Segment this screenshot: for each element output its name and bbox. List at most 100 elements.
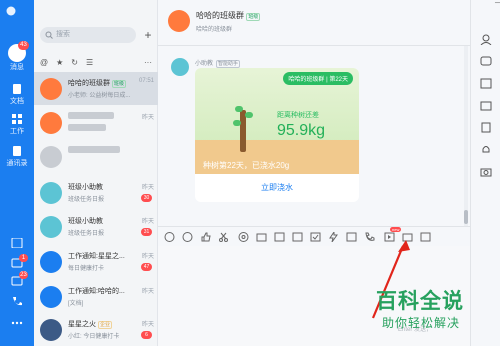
unread-badge: 30 xyxy=(141,194,152,202)
nav-messages-label: 消息 xyxy=(10,64,24,71)
add-button[interactable]: + xyxy=(141,27,155,43)
conversation-preview: 班级任务日报 xyxy=(68,231,105,237)
refresh-icon[interactable]: ↻ xyxy=(71,58,78,67)
thumbs-up-icon[interactable] xyxy=(200,232,211,242)
days-text: 种树第22天，已浇水20g xyxy=(203,161,290,170)
conversation-avatar xyxy=(40,251,62,273)
conversation-preview: 每日健康打卡 xyxy=(68,266,105,272)
nav-work-label: 工作 xyxy=(10,128,24,135)
card-group-tag: 哈哈的班级群 | 第22天 xyxy=(283,72,353,85)
new-badge: new xyxy=(390,227,402,232)
mention-icon[interactable] xyxy=(238,232,249,242)
phone-icon[interactable] xyxy=(11,296,23,306)
window-controls: ─ xyxy=(495,0,500,10)
nav-contacts[interactable]: 通讯录 xyxy=(0,146,34,168)
calendar-icon[interactable] xyxy=(292,232,303,242)
conversation-avatar xyxy=(40,182,62,204)
chat-subtitle: 哈哈的班级群 xyxy=(196,27,233,33)
nav-work[interactable]: 工作 xyxy=(0,114,34,136)
nav-contacts-label: 通讯录 xyxy=(6,160,28,167)
scrollbar-track[interactable] xyxy=(464,46,468,226)
tree-planting-card[interactable]: 哈哈的班级群 | 第22天 距离种树还差 95.9kg 种树第22天，已浇水20… xyxy=(195,68,359,202)
watermark: 百科全说 助你轻松解决 xyxy=(368,284,498,344)
scissors-icon[interactable] xyxy=(218,232,229,242)
chat-title: 哈哈的班级群 班级 xyxy=(196,11,261,21)
notification-badge: 1 xyxy=(19,254,28,262)
filter-bar: @ ★ ↻ ☰ ··· xyxy=(40,56,152,68)
phone-icon[interactable] xyxy=(364,232,375,242)
conversation-avatar xyxy=(40,216,62,238)
conversation-preview: [文档] xyxy=(68,301,84,307)
contacts-icon xyxy=(13,146,21,156)
at-icon[interactable]: @ xyxy=(40,58,48,67)
more-icon[interactable]: ··· xyxy=(144,58,152,67)
minimize-icon[interactable]: ─ xyxy=(495,0,500,7)
chat-header: 哈哈的班级群 班级 哈哈的班级群 xyxy=(158,0,470,46)
sender-role-tag: 智能助手 xyxy=(216,60,241,68)
grid-icon xyxy=(12,114,22,124)
nav-messages[interactable]: 消息 xyxy=(0,62,34,72)
conversation-preview xyxy=(68,124,136,133)
chat-icon[interactable] xyxy=(480,56,492,67)
star-icon[interactable]: ★ xyxy=(56,58,63,67)
conversation-preview: 小红: 今日健康打卡 xyxy=(68,334,120,340)
calendar-icon[interactable] xyxy=(11,238,23,248)
list-item[interactable]: 班级小助教 班级任务日报 昨天 31 xyxy=(34,210,158,243)
mail-icon[interactable] xyxy=(402,232,413,242)
conversation-time: 昨天 xyxy=(141,289,154,295)
conversation-name: 星星之火 企业 xyxy=(68,321,112,329)
conversation-avatar xyxy=(40,78,62,100)
document-icon xyxy=(13,84,21,94)
group-tag: 企业 xyxy=(97,321,112,329)
conversation-time: 昨天 xyxy=(141,185,154,191)
list-item[interactable]: 工作通知:星星之... 每日健康打卡 昨天 47 xyxy=(34,245,158,278)
left-rail: 43 消息 文档 工作 通讯录 1 23 xyxy=(0,0,34,346)
group-avatar[interactable] xyxy=(168,10,190,32)
conversation-name xyxy=(68,146,136,155)
group-tag: 班级 xyxy=(246,13,261,21)
live-broadcast-icon[interactable] xyxy=(384,232,395,242)
water-now-button[interactable]: 立即浇水 xyxy=(195,174,359,202)
search-icon xyxy=(45,31,53,39)
camera-icon[interactable] xyxy=(480,166,492,177)
sender-avatar[interactable] xyxy=(171,58,189,76)
conversation-avatar xyxy=(40,319,62,341)
image-icon[interactable] xyxy=(274,232,285,242)
nav-documents[interactable]: 文档 xyxy=(0,84,34,106)
folder-icon[interactable] xyxy=(256,232,267,242)
conversation-name: 班级小助教 xyxy=(68,184,103,191)
scrollbar-thumb[interactable] xyxy=(464,210,468,224)
conversation-avatar xyxy=(40,286,62,308)
folder-icon[interactable] xyxy=(480,100,492,111)
leaf-icon xyxy=(233,120,241,126)
ding-icon[interactable] xyxy=(328,232,339,242)
sender-name: 小助教 智能助手 xyxy=(195,60,241,68)
checkbox-icon[interactable] xyxy=(310,232,321,242)
list-item[interactable]: 星星之火 企业 小红: 今日健康打卡 昨天 6 xyxy=(34,313,158,346)
search-input[interactable]: 搜索 xyxy=(40,27,136,43)
list-item[interactable]: 昨天 xyxy=(34,106,158,139)
filter-icon[interactable]: ☰ xyxy=(86,58,93,67)
calendar-icon[interactable] xyxy=(480,78,492,89)
list-item[interactable]: 班级小助教 班级任务日报 昨天 30 xyxy=(34,176,158,209)
emoji-icon[interactable] xyxy=(164,232,175,242)
more-icon[interactable] xyxy=(11,318,23,328)
conversation-preview: 小老师: 公益树每日成... xyxy=(68,93,131,99)
composer-toolbar: new xyxy=(158,226,470,246)
todo-badge: 23 xyxy=(19,271,28,279)
file-icon[interactable] xyxy=(480,122,492,133)
bell-icon[interactable] xyxy=(480,144,492,155)
avatar-unread-badge: 43 xyxy=(18,41,29,50)
remain-label: 距离种树还差 xyxy=(277,112,319,119)
list-item[interactable]: 哈哈的班级群 班级 小老师: 公益树每日成... 07:51 xyxy=(34,72,158,105)
profile-icon[interactable] xyxy=(480,34,492,45)
conversation-name: 哈哈的班级群 班级 xyxy=(68,80,126,88)
more-tools-icon[interactable] xyxy=(420,232,431,242)
list-item[interactable]: 工作通知:哈哈的... [文档] 昨天 xyxy=(34,280,158,313)
poll-icon[interactable] xyxy=(346,232,357,242)
conversation-avatar xyxy=(40,146,62,168)
nav-documents-label: 文档 xyxy=(10,98,24,105)
list-item[interactable] xyxy=(34,140,158,173)
smile-icon[interactable] xyxy=(182,232,193,242)
conversation-time: 昨天 xyxy=(141,322,154,328)
